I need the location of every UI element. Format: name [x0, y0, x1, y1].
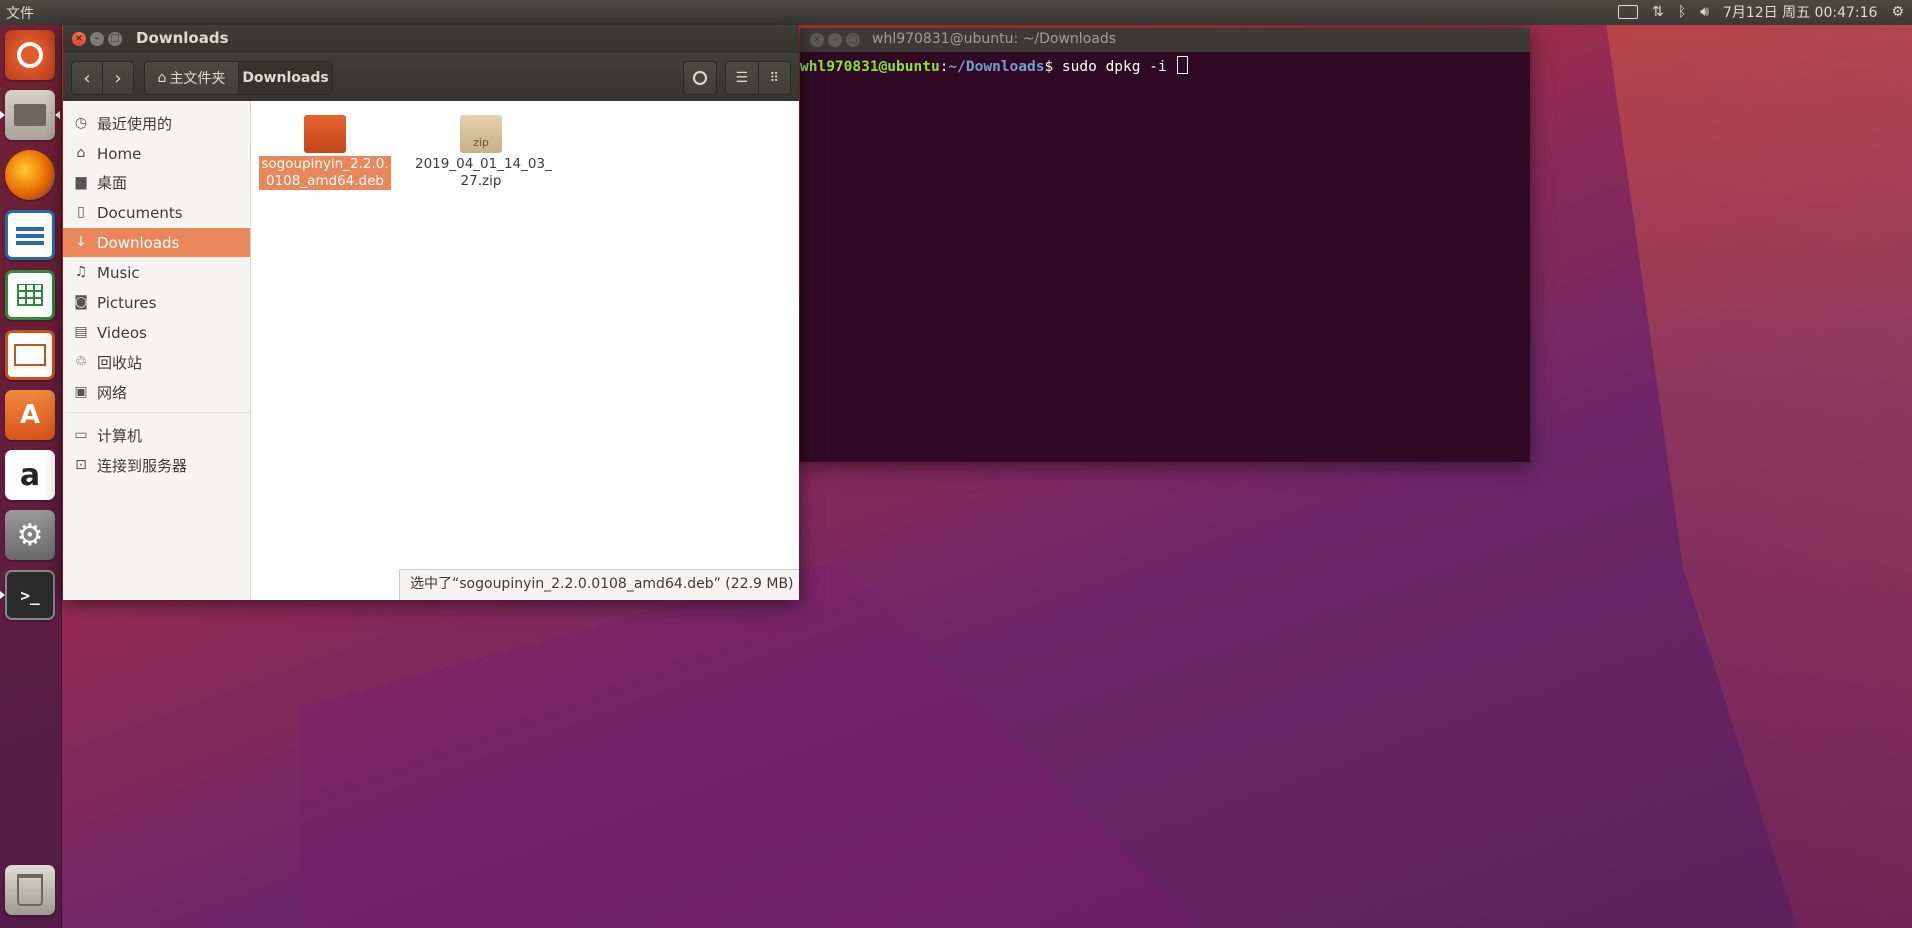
sidebar-item[interactable]: ♲ 回收站 [63, 348, 250, 377]
sidebar-item[interactable]: ⊡ 连接到服务器 [63, 451, 250, 480]
file-name: 2019_04_01_14_03_ 27.zip [415, 156, 552, 189]
sidebar-item[interactable]: ◙ Pictures [63, 288, 250, 317]
sidebar-item[interactable]: ▆ 桌面 [63, 168, 250, 197]
deb-package-icon [304, 115, 346, 153]
top-panel: 文件 ⇅ ᛒ 🔊︎ 7月12日 周五 00:47:16 ⚙ [0, 0, 1912, 25]
computer-icon: ▭ [74, 427, 88, 443]
download-icon: ↓ [75, 234, 87, 250]
volume-icon[interactable]: 🔊︎ [1700, 4, 1709, 20]
terminal-window[interactable]: × – □ whl970831@ubuntu: ~/Downloads whl9… [800, 28, 1530, 462]
keyboard-icon[interactable] [1617, 5, 1638, 19]
text-cursor [1177, 56, 1189, 74]
clock-icon: ◷ [74, 115, 88, 131]
forward-button[interactable]: › [103, 62, 133, 94]
file-item-zip[interactable]: zip 2019_04_01_14_03_ 27.zip [415, 115, 552, 190]
sidebar-item[interactable]: ↓ Downloads [63, 228, 250, 257]
music-icon: ♫ [74, 264, 88, 280]
grid-view-button[interactable]: ⠿ [759, 62, 791, 94]
search-icon [693, 71, 707, 85]
minimize-icon[interactable]: – [90, 32, 104, 46]
settings-gear-icon[interactable]: ⚙ [1891, 4, 1904, 20]
sidebar-item-label: Videos [97, 323, 147, 342]
ubuntu-dash-icon[interactable] [5, 30, 55, 80]
list-view-button[interactable]: ☰ [726, 62, 759, 94]
amazon-icon[interactable]: a [5, 450, 55, 500]
wallpaper-facet [1606, 25, 1912, 928]
calc-icon[interactable] [5, 270, 55, 320]
close-icon[interactable]: × [72, 32, 86, 46]
command-text: sudo dpkg -i [1053, 59, 1176, 75]
file-manager-window[interactable]: × – □ Downloads ‹ › ⌂ 主文件夹 Downloads ☰ ⠿ … [63, 25, 799, 600]
sidebar-item-label: 连接到服务器 [97, 457, 188, 475]
app-menu-file[interactable]: 文件 [6, 3, 34, 23]
file-manager-toolbar: ‹ › ⌂ 主文件夹 Downloads ☰ ⠿ [63, 53, 799, 102]
maximize-icon[interactable]: □ [108, 32, 122, 46]
wallpaper-facet [300, 560, 1200, 928]
sidebar-separator [63, 412, 250, 413]
files-icon[interactable] [5, 90, 55, 140]
file-view[interactable]: sogoupinyin_2.2.0. 0108_amd64.deb zip 201… [251, 101, 799, 600]
network-icon[interactable]: ⇅ [1652, 4, 1664, 20]
sidebar-item-label: 桌面 [97, 174, 128, 192]
writer-icon[interactable] [5, 210, 55, 260]
sidebar-item-label: Home [97, 144, 142, 163]
prompt-path: ~/Downloads [948, 59, 1045, 75]
network-icon: ▣ [74, 384, 88, 400]
breadcrumb-home[interactable]: ⌂ 主文件夹 [145, 62, 239, 94]
camera-icon: ◙ [74, 294, 88, 310]
terminal-title: whl970831@ubuntu: ~/Downloads [872, 31, 1117, 47]
trash-icon[interactable] [5, 865, 55, 915]
document-icon: ▯ [77, 204, 85, 220]
clock-datetime[interactable]: 7月12日 周五 00:47:16 [1723, 2, 1878, 22]
minimize-icon[interactable]: – [828, 33, 842, 47]
close-icon[interactable]: × [810, 33, 824, 47]
file-name: sogoupinyin_2.2.0. 0108_amd64.deb [259, 156, 391, 190]
server-icon: ⊡ [75, 457, 87, 473]
home-icon: ⌂ [76, 145, 86, 161]
trash-icon: ♲ [74, 354, 88, 370]
status-bar: 选中了“sogoupinyin_2.2.0.0108_amd64.deb” (2… [399, 569, 799, 600]
sidebar-item-label: Downloads [97, 233, 180, 252]
sidebar-item[interactable]: ♫ Music [63, 258, 250, 287]
window-title: Downloads [136, 29, 229, 47]
sidebar-item[interactable]: ▭ 计算机 [63, 421, 250, 450]
terminal-titlebar[interactable]: × – □ whl970831@ubuntu: ~/Downloads [800, 28, 1530, 52]
zip-archive-icon: zip [460, 115, 502, 153]
sidebar-item-label: 计算机 [97, 427, 143, 445]
sidebar-item-label: Pictures [97, 293, 157, 312]
sidebar-item-label: 最近使用的 [97, 115, 173, 133]
prompt-symbol: $ [1044, 59, 1054, 75]
bluetooth-icon[interactable]: ᛒ [1678, 4, 1686, 20]
video-icon: ▤ [74, 324, 88, 340]
prompt-user: whl970831@ubuntu [800, 59, 940, 75]
breadcrumb-downloads[interactable]: Downloads [239, 62, 332, 94]
impress-icon[interactable] [5, 330, 55, 380]
maximize-icon[interactable]: □ [846, 33, 860, 47]
home-icon: ⌂ [157, 70, 167, 86]
folder-icon: ▆ [75, 174, 87, 190]
sidebar-item[interactable]: ▤ Videos [63, 318, 250, 347]
software-center-icon[interactable]: A [5, 390, 55, 440]
terminal-icon[interactable]: >_ [5, 570, 55, 620]
sidebar-item[interactable]: ▯ Documents [63, 198, 250, 227]
launcher: A a ⚙ >_ [0, 25, 62, 928]
places-sidebar: ◷ 最近使用的 ⌂ Home ▆ 桌面 ▯ Documents ↓ Downloads ♫ Music… [63, 101, 251, 600]
sidebar-item[interactable]: ◷ 最近使用的 [63, 109, 250, 138]
system-settings-icon[interactable]: ⚙ [5, 510, 55, 560]
sidebar-item-label: Music [97, 263, 140, 282]
sidebar-item-label: 网络 [97, 384, 128, 402]
sidebar-item-label: Documents [97, 203, 183, 222]
terminal-output[interactable]: whl970831@ubuntu:~/Downloads$ sudo dpkg … [800, 52, 1530, 462]
breadcrumb: ⌂ 主文件夹 Downloads [144, 61, 333, 95]
file-manager-titlebar[interactable]: × – □ Downloads [63, 25, 799, 53]
firefox-icon[interactable] [5, 150, 55, 200]
sidebar-item[interactable]: ▣ 网络 [63, 378, 250, 407]
sidebar-item[interactable]: ⌂ Home [63, 139, 250, 168]
back-button[interactable]: ‹ [72, 62, 103, 94]
search-button[interactable] [684, 62, 716, 94]
sidebar-item-label: 回收站 [97, 354, 143, 372]
file-item-deb[interactable]: sogoupinyin_2.2.0. 0108_amd64.deb [259, 115, 391, 190]
